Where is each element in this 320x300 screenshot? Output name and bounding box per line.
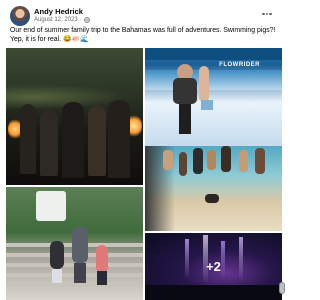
more-options-icon[interactable] xyxy=(260,8,274,20)
facebook-post-card: Andy Hedrick August 12, 2023 · Our end o… xyxy=(0,0,286,300)
globe-icon xyxy=(83,17,90,23)
author-name[interactable]: Andy Hedrick xyxy=(34,7,83,16)
author-avatar[interactable] xyxy=(10,6,30,26)
scrollbar-thumb[interactable] xyxy=(279,282,285,294)
photo-kids-steps[interactable] xyxy=(6,187,143,300)
post-date[interactable]: August 12, 2023 xyxy=(34,17,78,23)
post-caption: Our end of summer family trip to the Bah… xyxy=(10,27,276,43)
more-photos-count[interactable]: +2 xyxy=(145,233,282,300)
photo-more-overlay[interactable]: +2 xyxy=(145,233,282,300)
flowrider-sign: FLOWRIDER xyxy=(219,62,260,68)
photo-group-night[interactable] xyxy=(6,48,143,185)
post-meta: August 12, 2023 · xyxy=(34,17,90,23)
meta-separator: · xyxy=(79,17,82,23)
photo-beach-pigs[interactable] xyxy=(145,146,282,231)
